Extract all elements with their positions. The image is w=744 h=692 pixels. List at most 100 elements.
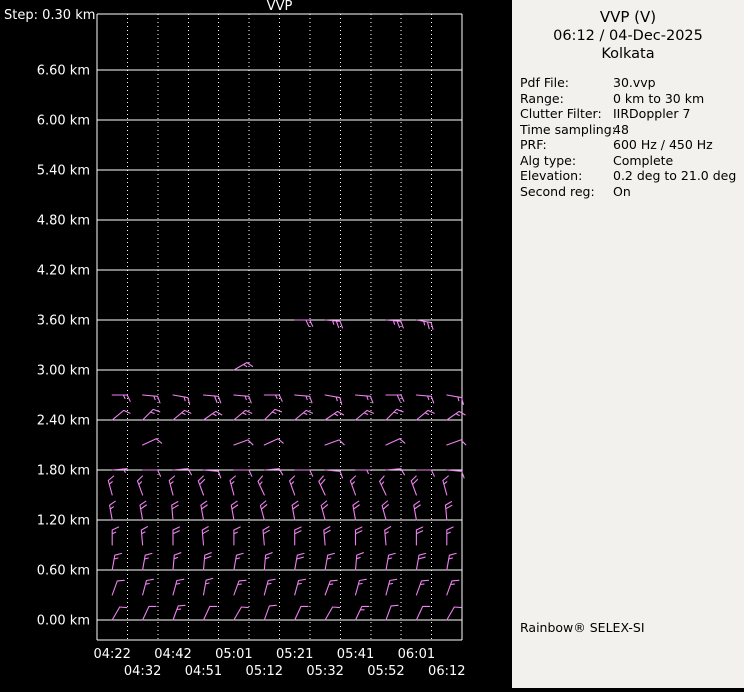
wind-barb xyxy=(294,469,314,477)
parameter-label: Clutter Filter: xyxy=(520,106,602,121)
wind-barb xyxy=(200,500,208,521)
wind-barb xyxy=(111,606,128,621)
wind-barb xyxy=(202,577,214,596)
wind-barb xyxy=(354,605,370,621)
panel-datetime: 06:12 / 04-Dec-2025 xyxy=(553,28,703,44)
parameter-value: 48 xyxy=(613,121,629,137)
wind-barb xyxy=(263,468,284,476)
parameter-row: Second reg: On xyxy=(520,184,744,200)
wind-barb xyxy=(294,394,313,404)
step-label: Step: 0.30 km xyxy=(4,8,95,23)
wind-barb xyxy=(324,606,341,621)
wind-barb xyxy=(136,475,144,496)
wind-barb xyxy=(294,552,305,571)
parameter-label: Pdf File: xyxy=(520,75,569,90)
parameter-value: On xyxy=(613,183,631,199)
panel-site: Kolkata xyxy=(601,46,655,62)
wind-barb xyxy=(111,579,125,596)
parameter-value: IIRDoppler 7 xyxy=(613,106,691,121)
wind-profile-chart: 0.00 km 0.60 km 1.20 km 1.80 km 2.40 km 3.00 … xyxy=(4,0,467,679)
wind-barb xyxy=(446,526,454,546)
wind-barb xyxy=(413,500,421,521)
wind-barb xyxy=(263,438,284,446)
wind-barb xyxy=(172,526,180,546)
wind-barb xyxy=(385,438,406,446)
y-axis-label: 5.40 km xyxy=(37,164,90,179)
parameter-row: Elevation: 0.2 deg to 21.0 deg xyxy=(520,168,744,184)
parameter-row: Alg type: Complete xyxy=(520,153,744,169)
wind-barb xyxy=(289,475,296,496)
wind-barb xyxy=(354,526,363,546)
parameter-label: Elevation: xyxy=(520,168,583,183)
wind-barb xyxy=(446,606,462,621)
wind-barb xyxy=(354,469,372,475)
wind-barb xyxy=(202,469,222,479)
wind-barb xyxy=(385,552,396,571)
info-panel: VVP (V) 06:12 / 04-Dec-2025 Kolkata Pdf … xyxy=(512,0,744,688)
parameter-value: Complete xyxy=(613,152,674,168)
wind-barb xyxy=(446,394,464,405)
parameter-label: PRF: xyxy=(520,137,547,152)
chart-title: VVP xyxy=(267,0,293,14)
y-axis-label: 1.80 km xyxy=(37,464,90,479)
y-axis-label: 0.00 km xyxy=(37,614,90,629)
x-axis-label: 05:52 xyxy=(367,664,404,679)
wind-barb xyxy=(323,526,331,546)
wind-barb xyxy=(259,500,268,521)
y-axis-label: 4.20 km xyxy=(37,264,90,279)
wind-barb xyxy=(142,578,154,596)
y-axis-label: 6.60 km xyxy=(37,64,90,79)
wind-barb xyxy=(111,526,120,546)
x-axis-label: 04:42 xyxy=(154,647,191,662)
wind-barb xyxy=(172,604,186,621)
wind-barb xyxy=(324,394,343,405)
parameter-row: Clutter Filter: IIRDoppler 7 xyxy=(520,106,744,122)
wind-barb xyxy=(168,475,176,496)
wind-barb xyxy=(233,526,241,546)
parameter-label: Time sampling: xyxy=(520,121,616,137)
wind-barb xyxy=(324,579,338,596)
wind-barb xyxy=(381,500,389,521)
wind-barb xyxy=(201,526,210,546)
y-axis-label: 3.60 km xyxy=(37,314,90,329)
parameter-label: Second reg: xyxy=(520,183,595,199)
wind-barb xyxy=(172,468,193,476)
wind-barb xyxy=(415,605,431,621)
wind-barb xyxy=(202,605,218,621)
y-axis-label: 1.20 km xyxy=(37,514,90,529)
wind-barb xyxy=(291,500,300,521)
wind-barb xyxy=(354,552,364,571)
y-axis-label: 0.60 km xyxy=(37,564,90,579)
wind-barb xyxy=(410,475,419,496)
x-axis-label: 04:32 xyxy=(124,664,161,679)
wind-barb xyxy=(379,475,387,496)
wind-barb xyxy=(294,526,302,546)
wind-barb xyxy=(324,469,344,479)
wind-barb xyxy=(263,604,277,621)
y-axis-label: 6.00 km xyxy=(37,114,90,129)
wind-barb xyxy=(294,319,314,327)
parameter-label: Alg type: xyxy=(520,152,577,168)
parameter-row: Time sampling: 48 xyxy=(520,122,744,138)
parameter-value: 0.2 deg to 21.0 deg xyxy=(613,168,737,183)
vvp-chart-region: 0.00 km 0.60 km 1.20 km 1.80 km 2.40 km 3.00 … xyxy=(0,0,512,688)
wind-barb xyxy=(142,605,157,621)
wind-barb xyxy=(320,500,329,521)
wind-barb xyxy=(142,408,161,421)
y-axis-label: 2.40 km xyxy=(37,414,90,429)
x-axis-label: 05:21 xyxy=(276,647,313,662)
parameter-row: Pdf File: 30.vvp xyxy=(520,75,744,91)
wind-barb xyxy=(142,438,163,446)
x-axis-label: 04:51 xyxy=(185,664,222,679)
wind-barb xyxy=(263,578,276,596)
x-axis-label: 06:01 xyxy=(398,647,435,662)
wind-barb xyxy=(415,552,427,571)
y-axis-label: 3.00 km xyxy=(37,364,90,379)
wind-barb xyxy=(385,604,399,621)
wind-barb xyxy=(446,579,460,596)
wind-barb xyxy=(385,578,398,596)
x-axis-label: 05:01 xyxy=(215,647,252,662)
x-axis-label: 05:41 xyxy=(337,647,374,662)
vvp-window: 0.00 km 0.60 km 1.20 km 1.80 km 2.40 km 3.00 … xyxy=(0,0,744,688)
wind-barb xyxy=(172,552,182,571)
